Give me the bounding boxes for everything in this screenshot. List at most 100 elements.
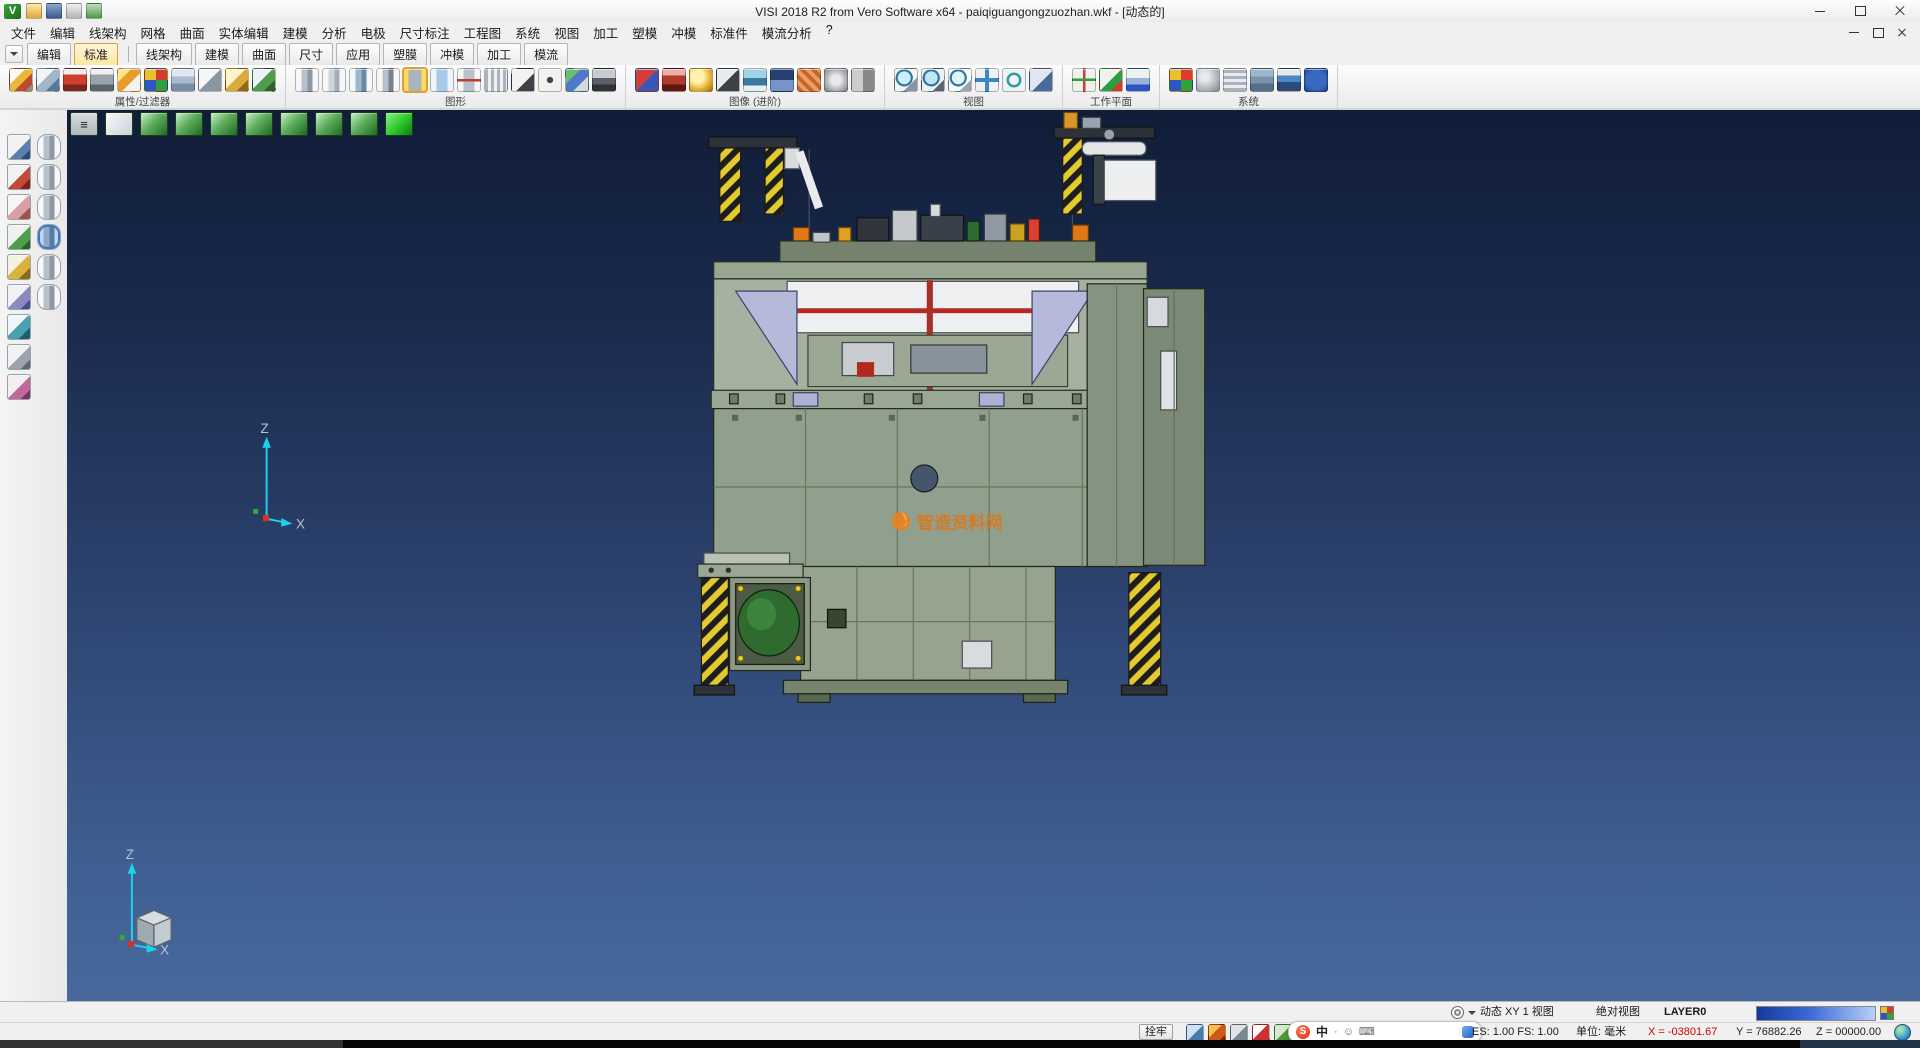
ribbon-tab[interactable]: 模流 — [524, 43, 568, 66]
element-filter-icon[interactable] — [63, 68, 87, 92]
ime-tool-icon[interactable]: ☺ — [1343, 1023, 1354, 1041]
annotation-tool-icon[interactable] — [7, 284, 31, 310]
ribbon-tab[interactable]: 曲面 — [242, 43, 286, 66]
menu-item[interactable]: 电极 — [354, 21, 393, 44]
menu-item[interactable]: 曲面 — [173, 21, 212, 44]
menu-item[interactable]: 加工 — [586, 21, 625, 44]
bottom-view-icon[interactable] — [350, 112, 378, 136]
ribbon-tab[interactable]: 塑膜 — [383, 43, 427, 66]
menu-item[interactable]: 编辑 — [43, 21, 82, 44]
render-settings-icon[interactable] — [565, 68, 589, 92]
menu-item[interactable]: ? — [819, 21, 840, 44]
restore-filter-icon[interactable] — [252, 68, 276, 92]
menu-item[interactable]: 尺寸标注 — [393, 21, 457, 44]
section-view-icon[interactable] — [457, 68, 481, 92]
menu-item[interactable]: 分析 — [315, 21, 354, 44]
dynamic-hidden-line-icon[interactable] — [403, 68, 427, 92]
ribbon-tab[interactable]: 标准 — [74, 43, 118, 66]
copy-attributes-icon[interactable] — [36, 68, 60, 92]
globe-icon[interactable] — [1894, 1024, 1911, 1041]
texture-mapping-icon[interactable] — [797, 68, 821, 92]
active-layer-label[interactable]: LAYER0 — [1664, 1002, 1706, 1023]
ribbon-tab[interactable]: 编辑 — [27, 43, 71, 66]
material-editor-icon[interactable] — [662, 68, 686, 92]
ribbon-tab[interactable]: 尺寸 — [289, 43, 333, 66]
trim-tool-icon[interactable] — [7, 164, 31, 190]
menu-item[interactable]: 工程图 — [457, 21, 509, 44]
ime-tool-icon[interactable]: · — [1334, 1023, 1338, 1041]
ribbon-tab[interactable]: 线架构 — [136, 43, 192, 66]
left-view-icon[interactable] — [280, 112, 308, 136]
viewport-3d[interactable]: ≡ — [67, 110, 1920, 1001]
color-palette-icon[interactable] — [1169, 68, 1193, 92]
zoom-all-icon[interactable] — [894, 68, 918, 92]
grid-settings-icon[interactable] — [1223, 68, 1247, 92]
front-view-icon[interactable] — [175, 112, 203, 136]
ambient-occlusion-icon[interactable] — [824, 68, 848, 92]
line-filter-icon[interactable] — [37, 164, 61, 190]
delete-tool-icon[interactable] — [7, 194, 31, 220]
modify-attributes-icon[interactable] — [9, 68, 33, 92]
show-points-icon[interactable] — [538, 68, 562, 92]
maximize-button[interactable] — [1840, 0, 1880, 22]
mdi-minimize-button[interactable] — [1842, 24, 1866, 42]
rotate-view-icon[interactable] — [1002, 68, 1026, 92]
iso-view-icon[interactable] — [140, 112, 168, 136]
undo-icon[interactable] — [86, 3, 102, 19]
hidden-line-view-icon[interactable] — [322, 68, 346, 92]
menu-item[interactable]: 塑模 — [625, 21, 664, 44]
standard-view-icon[interactable] — [105, 112, 133, 136]
top-view-icon[interactable] — [210, 112, 238, 136]
hide-elements-icon[interactable] — [198, 68, 222, 92]
menu-item[interactable]: 建模 — [276, 21, 315, 44]
measure-tool-icon[interactable] — [7, 254, 31, 280]
info-icon[interactable] — [1304, 68, 1328, 92]
menu-item[interactable]: 线架构 — [82, 21, 134, 44]
isolate-elements-icon[interactable] — [225, 68, 249, 92]
reflection-toggle-icon[interactable] — [743, 68, 767, 92]
select-by-color-icon[interactable] — [144, 68, 168, 92]
dynamic-iso-view-icon[interactable] — [385, 112, 413, 136]
absolute-view-button[interactable]: 绝对视图 — [1596, 1002, 1640, 1023]
system-settings-icon[interactable] — [1196, 68, 1220, 92]
close-button[interactable] — [1880, 0, 1920, 22]
workplane-entity-icon[interactable] — [1099, 68, 1123, 92]
curve-tool-icon[interactable] — [7, 314, 31, 340]
ime-logo-icon[interactable]: S — [1296, 1025, 1310, 1039]
database-icon[interactable] — [1250, 68, 1274, 92]
translucent-view-icon[interactable] — [430, 68, 454, 92]
ime-language-toggle[interactable]: 中 — [1316, 1023, 1328, 1041]
wireframe-view-icon[interactable] — [295, 68, 319, 92]
arc-filter-icon[interactable] — [37, 194, 61, 220]
select-by-layer-icon[interactable] — [171, 68, 195, 92]
solid-filter-icon[interactable] — [37, 224, 61, 250]
background-color-icon[interactable] — [770, 68, 794, 92]
filter-disable-icon[interactable] — [90, 68, 114, 92]
pan-view-icon[interactable] — [975, 68, 999, 92]
advanced-render-icon[interactable] — [635, 68, 659, 92]
plane-tool-icon[interactable] — [7, 374, 31, 400]
mdi-close-button[interactable] — [1890, 24, 1914, 42]
view-mode-selector[interactable]: 动态 XY 1 视图 — [1451, 1002, 1554, 1023]
ribbon-tab[interactable]: 建模 — [195, 43, 239, 66]
move-tool-icon[interactable] — [7, 224, 31, 250]
workplane-view-icon[interactable] — [1126, 68, 1150, 92]
save-icon[interactable] — [46, 3, 62, 19]
open-file-icon[interactable] — [26, 3, 42, 19]
print-icon[interactable] — [66, 3, 82, 19]
surface-tool-icon[interactable] — [7, 344, 31, 370]
back-view-icon[interactable] — [315, 112, 343, 136]
ribbon-tab[interactable]: 应用 — [336, 43, 380, 66]
zoom-in-out-icon[interactable] — [948, 68, 972, 92]
menu-item[interactable]: 实体编辑 — [212, 21, 276, 44]
zoom-window-icon[interactable] — [921, 68, 945, 92]
color-swatch[interactable] — [1880, 1006, 1894, 1020]
point-filter-icon[interactable] — [37, 134, 61, 160]
mesh-filter-icon[interactable] — [37, 284, 61, 310]
light-settings-icon[interactable] — [689, 68, 713, 92]
menu-item[interactable]: 视图 — [547, 21, 586, 44]
select-tool-icon[interactable] — [7, 134, 31, 160]
quick-select-icon[interactable] — [117, 68, 141, 92]
shaded-view-icon[interactable] — [349, 68, 373, 92]
menu-item[interactable]: 网格 — [134, 21, 173, 44]
